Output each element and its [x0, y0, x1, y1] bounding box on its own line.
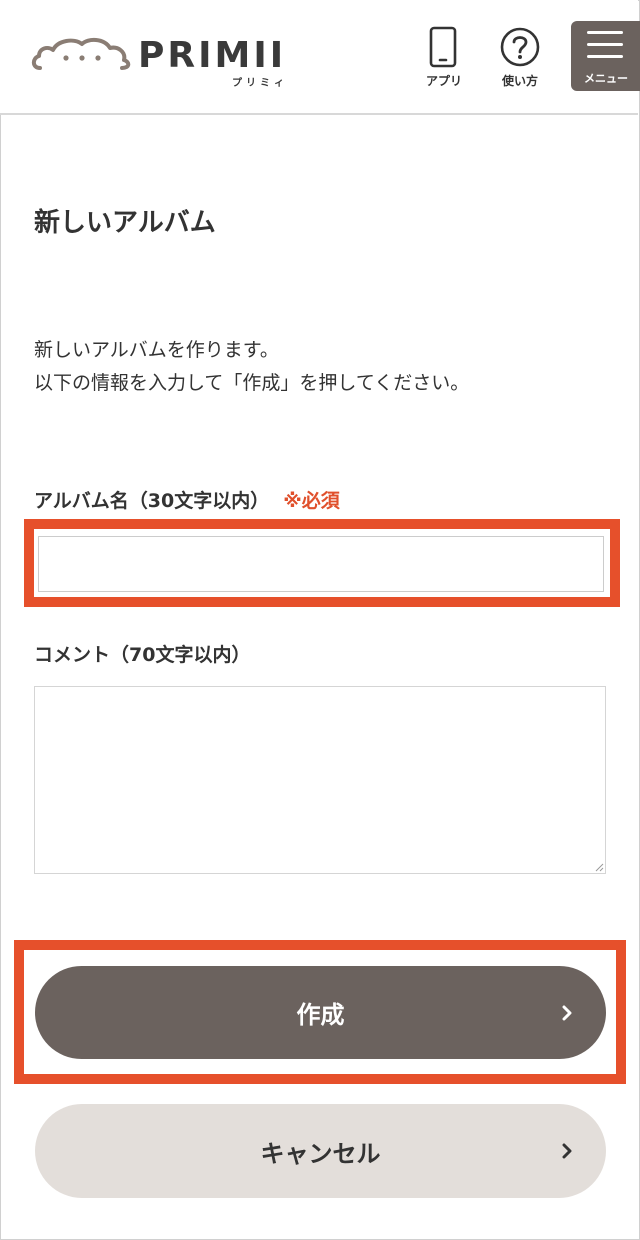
site-header: PRIMII プリミィ アプリ 使い方 メニュー [0, 0, 640, 115]
resize-grip-icon[interactable] [594, 862, 604, 872]
menu-button[interactable]: メニュー [571, 21, 640, 91]
menu-label: メニュー [584, 72, 628, 85]
comment-textarea[interactable] [34, 686, 606, 874]
intro-line-1: 新しいアルバムを作ります。 [34, 339, 279, 361]
help-button[interactable]: 使い方 [490, 26, 550, 92]
question-icon [500, 27, 540, 67]
help-label: 使い方 [501, 74, 538, 88]
chevron-right-icon [562, 1143, 572, 1159]
hamburger-icon-bar [587, 43, 623, 46]
chevron-right-icon [562, 1005, 572, 1020]
album-name-label-text: アルバム名（30文字以内） [34, 490, 270, 512]
album-name-input[interactable] [38, 536, 604, 592]
logo-kana: プリミィ [232, 78, 288, 89]
album-name-label: アルバム名（30文字以内） ※必須 [34, 486, 340, 513]
cloud-logo-icon [31, 37, 131, 70]
smartphone-icon [429, 26, 457, 68]
intro-text: 新しいアルバムを作ります。 以下の情報を入力して「作成」を押してください。 [34, 334, 469, 400]
hamburger-icon [587, 31, 623, 34]
page-title: 新しいアルバム [34, 208, 216, 238]
create-button-label: 作成 [296, 1001, 345, 1029]
app-button[interactable]: アプリ [414, 26, 474, 92]
comment-label: コメント（70文字以内） [34, 644, 251, 666]
create-button[interactable]: 作成 [35, 966, 606, 1059]
app-label: アプリ [425, 74, 462, 88]
required-mark: ※必須 [283, 490, 340, 512]
logo[interactable]: PRIMII プリミィ [30, 34, 290, 94]
cancel-button[interactable]: キャンセル [35, 1104, 606, 1198]
intro-line-2: 以下の情報を入力して「作成」を押してください。 [34, 372, 470, 394]
hamburger-icon-bar [587, 55, 623, 58]
cancel-button-label: キャンセル [260, 1139, 381, 1168]
logo-wordmark: PRIMII [138, 35, 287, 76]
